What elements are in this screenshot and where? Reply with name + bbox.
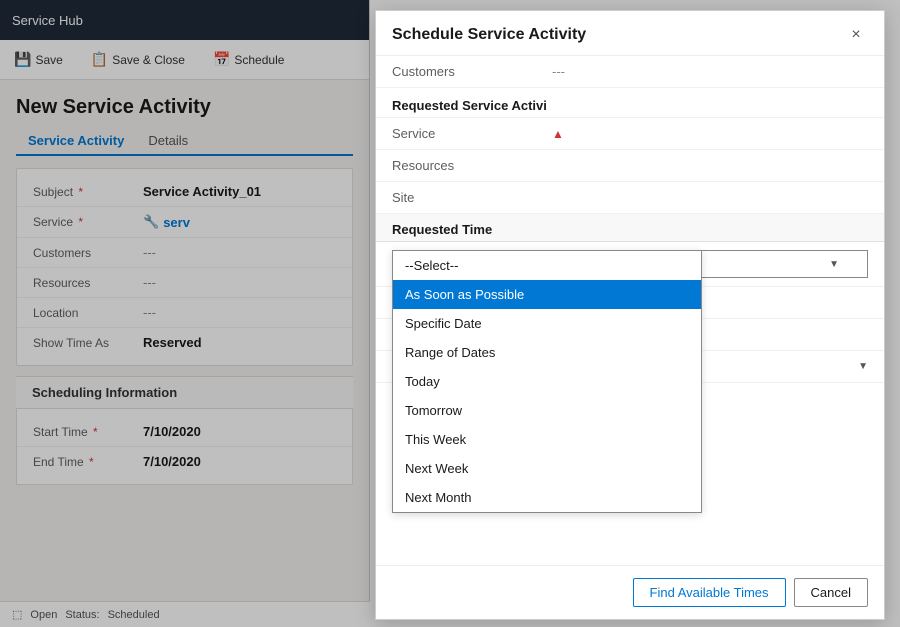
cancel-button[interactable]: Cancel <box>794 578 868 607</box>
schedule-modal: Schedule Service Activity × Customers --… <box>375 10 885 620</box>
subject-value: Service Activity_01 <box>143 184 261 199</box>
background-panel: Service Hub 💾 Save 📋 Save & Close 📅 Sche… <box>0 0 370 627</box>
modal-resources-label: Resources <box>392 158 552 173</box>
dropdown-option-this-week[interactable]: This Week <box>393 425 701 454</box>
find-available-times-button[interactable]: Find Available Times <box>633 578 786 607</box>
modal-customers-label: Customers <box>392 64 552 79</box>
tabs-row: Service Activity Details <box>16 127 353 156</box>
dropdown-container: Requested Service Activi Service ▲ Resou… <box>376 88 884 287</box>
status-label: Status: <box>65 609 99 621</box>
tab-details-label: Details <box>148 133 188 148</box>
status-value: Scheduled <box>108 609 160 621</box>
form-section: Subject * Service Activity_01 Service * … <box>16 168 353 366</box>
save-label: Save <box>35 53 62 67</box>
service-icon: 🔧 <box>143 214 159 230</box>
location-value: --- <box>143 305 156 320</box>
subject-row: Subject * Service Activity_01 <box>17 177 352 207</box>
tab-details[interactable]: Details <box>136 127 200 154</box>
app-topbar: Service Hub <box>0 0 369 40</box>
modal-resources-row: Resources <box>376 150 884 182</box>
modal-close-button[interactable]: × <box>844 23 868 47</box>
resources-row: Resources --- <box>17 268 352 298</box>
requested-time-section: Requested Time <box>376 214 884 242</box>
resources-label: Resources <box>33 276 143 290</box>
location-row: Location --- <box>17 298 352 328</box>
tab-service-activity-label: Service Activity <box>28 133 124 148</box>
status-open: Open <box>30 609 57 621</box>
sched-start-time-value: 7/10/2020 <box>143 424 201 439</box>
modal-customers-row: Customers --- <box>376 56 884 88</box>
requested-service-section: Requested Service Activi <box>376 88 884 118</box>
customers-row: Customers --- <box>17 238 352 268</box>
modal-start-date-row: Start Date As Soon as Possible ▼ --Selec… <box>376 242 884 287</box>
scheduling-section: Start Time * 7/10/2020 End Time * 7/10/2… <box>16 408 353 485</box>
sched-start-required: * <box>93 425 98 439</box>
dropdown-option-asap[interactable]: As Soon as Possible <box>393 280 701 309</box>
resources-value: --- <box>143 275 156 290</box>
customers-value: --- <box>143 245 156 260</box>
dropdown-option-select[interactable]: --Select-- <box>393 251 701 280</box>
modal-title: Schedule Service Activity <box>392 26 586 44</box>
service-value[interactable]: 🔧 serv <box>143 214 190 230</box>
modal-site-label: Site <box>392 190 552 205</box>
sched-end-required: * <box>89 455 94 469</box>
subject-required: * <box>78 185 83 199</box>
schedule-button[interactable]: 📅 Schedule <box>207 47 290 72</box>
dropdown-option-specific-date[interactable]: Specific Date <box>393 309 701 338</box>
save-button[interactable]: 💾 Save <box>8 47 69 72</box>
service-required: * <box>78 215 83 229</box>
open-icon: ⬚ <box>12 608 22 621</box>
status-bar: ⬚ Open Status: Scheduled <box>0 601 370 627</box>
save-close-label: Save & Close <box>112 53 185 67</box>
sched-start-time-row: Start Time * 7/10/2020 <box>17 417 352 447</box>
schedule-icon: 📅 <box>213 51 230 68</box>
subject-label: Subject * <box>33 185 143 199</box>
service-required-indicator: ▲ <box>552 127 564 141</box>
dropdown-option-range-dates[interactable]: Range of Dates <box>393 338 701 367</box>
save-close-button[interactable]: 📋 Save & Close <box>85 47 191 72</box>
dropdown-option-next-month[interactable]: Next Month <box>393 483 701 512</box>
dropdown-option-today[interactable]: Today <box>393 367 701 396</box>
save-icon: 💾 <box>14 51 31 68</box>
modal-body: Customers --- Requested Service Activi S… <box>376 56 884 565</box>
customers-label: Customers <box>33 246 143 260</box>
start-date-dropdown: --Select-- As Soon as Possible Specific … <box>392 250 702 513</box>
location-label: Location <box>33 306 143 320</box>
modal-footer: Find Available Times Cancel <box>376 565 884 619</box>
modal-site-row: Site <box>376 182 884 214</box>
save-close-icon: 📋 <box>91 51 108 68</box>
dropdown-option-next-week[interactable]: Next Week <box>393 454 701 483</box>
toolbar: 💾 Save 📋 Save & Close 📅 Schedule <box>0 40 369 80</box>
show-time-value: Reserved <box>143 335 202 350</box>
modal-header: Schedule Service Activity × <box>376 11 884 56</box>
end-time-chevron-icon: ▼ <box>858 361 868 372</box>
page-title: New Service Activity <box>16 96 353 119</box>
main-content: New Service Activity Service Activity De… <box>0 80 369 501</box>
dropdown-option-tomorrow[interactable]: Tomorrow <box>393 396 701 425</box>
sched-end-time-label: End Time * <box>33 455 143 469</box>
show-time-row: Show Time As Reserved <box>17 328 352 357</box>
sched-end-time-value: 7/10/2020 <box>143 454 201 469</box>
service-row: Service * 🔧 serv <box>17 207 352 238</box>
schedule-label: Schedule <box>234 53 284 67</box>
show-time-label: Show Time As <box>33 336 143 350</box>
sched-start-time-label: Start Time * <box>33 425 143 439</box>
modal-customers-value: --- <box>552 64 565 79</box>
start-date-select-wrapper: As Soon as Possible ▼ --Select-- As Soon… <box>552 250 868 278</box>
service-label: Service * <box>33 215 143 229</box>
chevron-down-icon: ▼ <box>829 259 839 270</box>
scheduling-section-header: Scheduling Information <box>16 376 353 408</box>
modal-service-row: Service ▲ <box>376 118 884 150</box>
tab-service-activity[interactable]: Service Activity <box>16 127 136 156</box>
app-title: Service Hub <box>12 13 83 28</box>
sched-end-time-row: End Time * 7/10/2020 <box>17 447 352 476</box>
modal-service-label: Service <box>392 126 552 141</box>
